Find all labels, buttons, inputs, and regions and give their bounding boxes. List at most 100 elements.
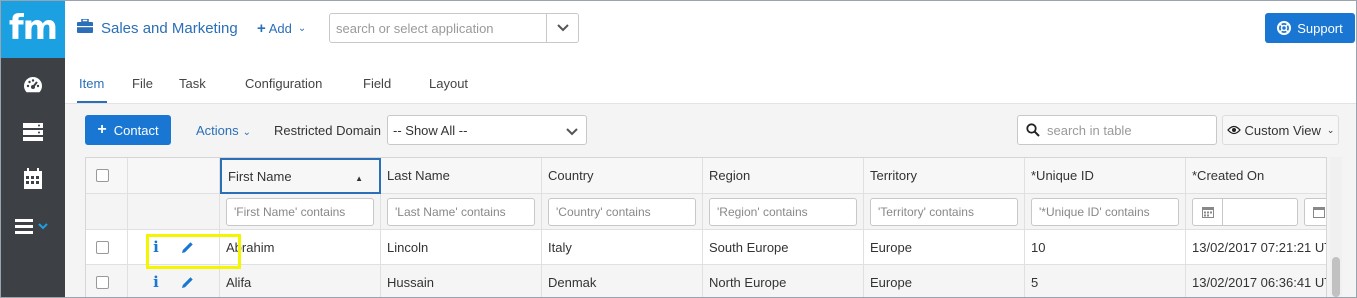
filter-cell bbox=[1025, 194, 1186, 230]
filter-country-input[interactable] bbox=[548, 197, 696, 226]
cell-unique-id: 10 bbox=[1025, 230, 1186, 265]
column-header-first-name[interactable]: First Name ▲ bbox=[220, 158, 381, 194]
column-header-territory[interactable]: Territory bbox=[864, 158, 1025, 194]
app-title-text: Sales and Marketing bbox=[101, 19, 238, 37]
app-title[interactable]: Sales and Marketing bbox=[77, 18, 238, 37]
chevron-down-icon: ⌄ bbox=[242, 127, 252, 138]
actions-dropdown[interactable]: Actions ⌄ bbox=[196, 123, 251, 138]
row-select-cell bbox=[86, 265, 128, 297]
plus-icon: + bbox=[97, 121, 107, 138]
cell-country: Denmak bbox=[542, 265, 703, 297]
dashboard-icon[interactable] bbox=[1, 65, 65, 105]
data-table: First Name ▲ Last Name Country Region Ter… bbox=[85, 157, 1327, 297]
info-icon[interactable]: i bbox=[153, 273, 159, 291]
column-header-last-name[interactable]: Last Name bbox=[381, 158, 542, 194]
sidebar: fm bbox=[1, 1, 65, 297]
row-checkbox[interactable] bbox=[96, 275, 109, 289]
pencil-icon[interactable] bbox=[181, 241, 194, 254]
pencil-icon[interactable] bbox=[181, 276, 194, 289]
column-header-region[interactable]: Region bbox=[703, 158, 864, 194]
filter-cell bbox=[381, 194, 542, 230]
cell-last-name: Lincoln bbox=[381, 230, 542, 265]
filter-cell bbox=[1186, 194, 1326, 230]
cell-first-name: Alifa bbox=[220, 265, 381, 297]
filter-cell bbox=[542, 194, 703, 230]
support-label: Support bbox=[1297, 20, 1343, 36]
filter-spacer bbox=[86, 194, 128, 230]
cell-created-on: 13/02/2017 06:36:41 UT bbox=[1186, 265, 1326, 297]
restricted-domain-select[interactable]: -- Show All -- bbox=[387, 115, 587, 145]
table-scrollbar[interactable] bbox=[1330, 157, 1342, 297]
calendar-icon[interactable] bbox=[1, 159, 65, 199]
select-all-cell bbox=[86, 158, 128, 194]
table-header-row: First Name ▲ Last Name Country Region Ter… bbox=[86, 158, 1326, 194]
date-from-input[interactable] bbox=[1192, 197, 1298, 226]
column-header-unique-id[interactable]: *Unique ID bbox=[1025, 158, 1186, 194]
cell-territory: Europe bbox=[864, 265, 1025, 297]
application-select[interactable]: search or select application bbox=[329, 13, 579, 43]
lifebuoy-icon bbox=[1277, 21, 1292, 35]
active-tab-indicator bbox=[77, 101, 107, 103]
filter-region-input[interactable] bbox=[709, 197, 857, 226]
tab-field[interactable]: Field bbox=[363, 76, 391, 91]
main-content: Item File Task Configuration Field Layou… bbox=[65, 58, 1356, 297]
cell-territory: Europe bbox=[864, 230, 1025, 265]
column-header-country[interactable]: Country bbox=[542, 158, 703, 194]
cell-region: North Europe bbox=[703, 265, 864, 297]
cell-region: South Europe bbox=[703, 230, 864, 265]
custom-view-dropdown[interactable]: Custom View ⌄ bbox=[1222, 115, 1339, 145]
tab-bar: Item File Task Configuration Field Layou… bbox=[65, 58, 1356, 104]
cell-unique-id: 5 bbox=[1025, 265, 1186, 297]
row-actions-cell: i bbox=[128, 265, 220, 297]
filter-cell bbox=[703, 194, 864, 230]
top-bar: Sales and Marketing + Add ⌄ search or se… bbox=[65, 1, 1356, 58]
tab-layout[interactable]: Layout bbox=[429, 76, 468, 91]
contact-label: Contact bbox=[113, 122, 159, 138]
search-icon bbox=[1026, 123, 1040, 137]
add-contact-button[interactable]: + Contact bbox=[85, 115, 171, 145]
tab-file[interactable]: File bbox=[132, 76, 153, 91]
app-window: fm Sales and Marketing + Add ⌄ search or… bbox=[0, 0, 1357, 298]
menu-icon[interactable] bbox=[1, 206, 65, 246]
restricted-domain-label: Restricted Domain bbox=[274, 123, 381, 138]
tab-configuration[interactable]: Configuration bbox=[245, 76, 322, 91]
calendar-icon[interactable] bbox=[1304, 197, 1326, 226]
chevron-down-icon: ⌄ bbox=[297, 23, 307, 34]
table-search-input[interactable]: search in table bbox=[1017, 115, 1217, 145]
filter-unique-id-input[interactable] bbox=[1031, 197, 1179, 226]
tab-task[interactable]: Task bbox=[179, 76, 206, 91]
add-dropdown-button[interactable]: + Add ⌄ bbox=[257, 20, 306, 37]
chevron-down-icon: ⌄ bbox=[1326, 124, 1335, 135]
chevron-down-icon[interactable] bbox=[546, 14, 578, 42]
table-row[interactable]: i Alifa Hussain Denmak North Europe Euro… bbox=[86, 265, 1326, 297]
row-checkbox[interactable] bbox=[96, 240, 109, 254]
filter-last-name-input[interactable] bbox=[387, 197, 535, 226]
eye-icon bbox=[1226, 125, 1241, 135]
actions-label: Actions bbox=[196, 123, 239, 138]
select-all-checkbox[interactable] bbox=[96, 169, 109, 182]
table-filter-row bbox=[86, 194, 1326, 230]
tab-item[interactable]: Item bbox=[79, 76, 104, 91]
calendar-icon[interactable] bbox=[1193, 198, 1223, 225]
plus-icon: + bbox=[257, 20, 266, 37]
add-label: Add bbox=[268, 21, 292, 36]
info-icon[interactable]: i bbox=[153, 238, 159, 256]
table-row[interactable]: i Abrahim Lincoln Italy South Europe Eur… bbox=[86, 230, 1326, 265]
filter-territory-input[interactable] bbox=[870, 197, 1018, 226]
column-header-created-on[interactable]: *Created On bbox=[1186, 158, 1326, 194]
row-select-cell bbox=[86, 230, 128, 265]
cell-last-name: Hussain bbox=[381, 265, 542, 297]
filter-cell bbox=[220, 194, 381, 230]
scrollbar-thumb[interactable] bbox=[1332, 257, 1340, 297]
cell-first-name: Abrahim bbox=[220, 230, 381, 265]
restricted-domain-value: -- Show All -- bbox=[393, 123, 468, 138]
chevron-down-icon bbox=[566, 124, 578, 139]
cell-created-on: 13/02/2017 07:21:21 UT bbox=[1186, 230, 1326, 265]
application-select-placeholder: search or select application bbox=[336, 21, 494, 36]
custom-view-label: Custom View bbox=[1244, 122, 1321, 138]
cell-country: Italy bbox=[542, 230, 703, 265]
server-icon[interactable] bbox=[1, 112, 65, 152]
filter-first-name-input[interactable] bbox=[226, 197, 374, 226]
app-logo[interactable]: fm bbox=[1, 1, 65, 58]
support-button[interactable]: Support bbox=[1265, 13, 1355, 43]
